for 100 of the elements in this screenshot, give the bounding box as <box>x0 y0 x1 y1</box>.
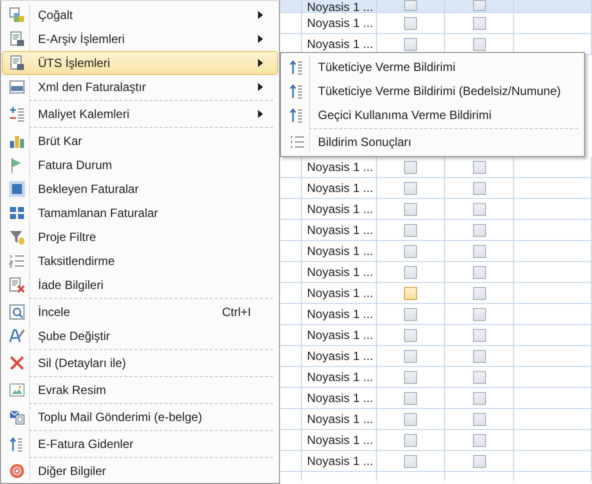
menu-item[interactable]: İade Bilgileri <box>2 273 278 297</box>
checkbox[interactable] <box>472 370 486 384</box>
menu-item[interactable]: Brüt Kar <box>2 126 278 153</box>
sort-arrow-icon <box>289 59 305 75</box>
menu-item[interactable]: Bildirim Sonuçları <box>282 127 583 154</box>
checkbox[interactable] <box>472 392 486 404</box>
menu-item[interactable]: Toplu Mail Gönderimi (e-belge) <box>2 402 278 429</box>
checkbox[interactable] <box>472 308 486 320</box>
checkbox[interactable] <box>472 350 486 362</box>
table-row[interactable]: Noyasis 1 ... <box>280 367 592 388</box>
checkbox[interactable] <box>404 38 417 50</box>
menu-item[interactable]: Proje Filtre <box>2 225 278 249</box>
checkbox[interactable] <box>404 350 417 362</box>
menu-item[interactable]: Şube Değiştir <box>2 324 278 348</box>
table-cell: Noyasis 1 ... <box>307 160 374 174</box>
table-row[interactable]: Noyasis 1 ... <box>280 241 592 262</box>
table-row[interactable]: Noyasis 1 ... <box>280 13 592 34</box>
checkbox[interactable] <box>472 412 486 426</box>
checkbox[interactable] <box>404 328 417 342</box>
table-row[interactable]: Noyasis 1 ... <box>280 0 592 13</box>
checkbox[interactable] <box>472 16 486 30</box>
table-cell: Noyasis 1 ... <box>307 391 374 405</box>
table-row[interactable]: Noyasis 1 ... <box>280 304 592 325</box>
checkbox[interactable] <box>472 38 486 50</box>
sort-arrow-icon <box>289 107 305 123</box>
checkbox[interactable] <box>404 182 417 194</box>
table-cell: Noyasis 1 ... <box>307 349 374 363</box>
checkbox[interactable] <box>472 286 486 300</box>
table-cell: Noyasis 1 ... <box>307 0 374 14</box>
menu-item[interactable]: İncele Ctrl+I <box>2 297 278 324</box>
xml-file-icon <box>9 79 25 95</box>
menu-item[interactable]: Çoğalt <box>2 3 278 27</box>
checkbox[interactable] <box>404 370 417 384</box>
checkbox[interactable] <box>404 412 417 426</box>
checkbox[interactable] <box>472 454 486 468</box>
menu-item[interactable]: Xml den Faturalaştır <box>2 75 278 99</box>
checkbox[interactable] <box>472 434 486 446</box>
disc-icon <box>9 463 25 479</box>
checkbox[interactable] <box>404 392 417 404</box>
table-cell: Noyasis 1 ... <box>307 202 374 216</box>
table-row[interactable]: Noyasis 1 ... <box>280 451 592 472</box>
menu-item[interactable]: E-Arşiv İşlemleri <box>2 27 278 51</box>
menu-item[interactable]: Tüketiciye Verme Bildirimi <box>282 55 583 79</box>
menu-item[interactable]: Tüketiciye Verme Bildirimi (Bedelsiz/Numune) <box>282 79 583 103</box>
checkbox[interactable] <box>472 0 486 11</box>
checkbox[interactable] <box>404 160 417 174</box>
table-cell: Noyasis 1 ... <box>307 286 374 300</box>
table-row[interactable]: Noyasis 1 ... <box>280 283 592 304</box>
table-row[interactable]: Noyasis 1 ... <box>280 346 592 367</box>
table-row[interactable]: Noyasis 1 ... <box>280 220 592 241</box>
table-cell: Noyasis 1 ... <box>307 454 374 468</box>
table-row[interactable]: Noyasis 1 ... <box>280 199 592 220</box>
table-row[interactable]: Noyasis 1 ... <box>280 430 592 451</box>
menu-item[interactable]: Fatura Durum <box>2 153 278 177</box>
table-row[interactable]: Noyasis 1 ... <box>280 157 592 178</box>
checkbox[interactable] <box>472 202 486 216</box>
menu-item[interactable]: Taksitlendirme <box>2 249 278 273</box>
menu-item[interactable]: Maliyet Kalemleri <box>2 99 278 126</box>
checkbox[interactable] <box>404 434 417 446</box>
checkbox[interactable] <box>404 244 417 258</box>
menu-item[interactable]: Diğer Bilgiler <box>2 456 278 483</box>
document-icon <box>9 31 25 47</box>
checkbox[interactable] <box>404 202 417 216</box>
checkbox[interactable] <box>472 224 486 236</box>
checkbox[interactable] <box>472 266 486 278</box>
submenu-arrow-icon <box>258 83 263 91</box>
checkbox[interactable] <box>472 244 486 258</box>
checkbox[interactable] <box>404 454 417 468</box>
checkbox[interactable] <box>404 286 417 300</box>
menu-item[interactable]: ÜTS İşlemleri <box>2 51 278 75</box>
table-row[interactable]: Noyasis 1 ... <box>280 388 592 409</box>
menu-item[interactable]: Bekleyen Faturalar <box>2 177 278 201</box>
table-cell: Noyasis 1 ... <box>307 244 374 258</box>
checkbox[interactable] <box>404 0 417 11</box>
tiles-icon <box>9 205 25 221</box>
checkbox[interactable] <box>472 328 486 342</box>
menu-item[interactable]: E-Fatura Gidenler <box>2 429 278 456</box>
checkbox[interactable] <box>404 266 417 278</box>
checkbox[interactable] <box>404 224 417 236</box>
table-row[interactable]: Noyasis 1 ... <box>280 325 592 346</box>
sort-arrow-icon <box>9 436 25 452</box>
delete-icon <box>9 355 25 371</box>
checkbox[interactable] <box>472 182 486 194</box>
checkbox[interactable] <box>472 160 486 174</box>
table-row[interactable]: Noyasis 1 ... <box>280 178 592 199</box>
bar-chart-icon <box>9 133 25 149</box>
table-row[interactable]: Noyasis 1 ... <box>280 409 592 430</box>
menu-item[interactable]: Sil (Detayları ile) <box>2 348 278 375</box>
menu-item[interactable]: Evrak Resim <box>2 375 278 402</box>
checkbox[interactable] <box>404 16 417 30</box>
table-cell: Noyasis 1 ... <box>307 223 374 237</box>
document-icon <box>9 55 25 71</box>
submenu-arrow-icon <box>258 110 263 118</box>
bullet-list-icon <box>289 134 305 150</box>
table-cell: Noyasis 1 ... <box>307 370 374 384</box>
menu-item[interactable]: Geçici Kullanıma Verme Bildirimi <box>282 103 583 127</box>
submenu-arrow-icon <box>258 59 263 67</box>
menu-item[interactable]: Tamamlanan Faturalar <box>2 201 278 225</box>
table-row[interactable]: Noyasis 1 ... <box>280 262 592 283</box>
checkbox[interactable] <box>404 308 417 320</box>
